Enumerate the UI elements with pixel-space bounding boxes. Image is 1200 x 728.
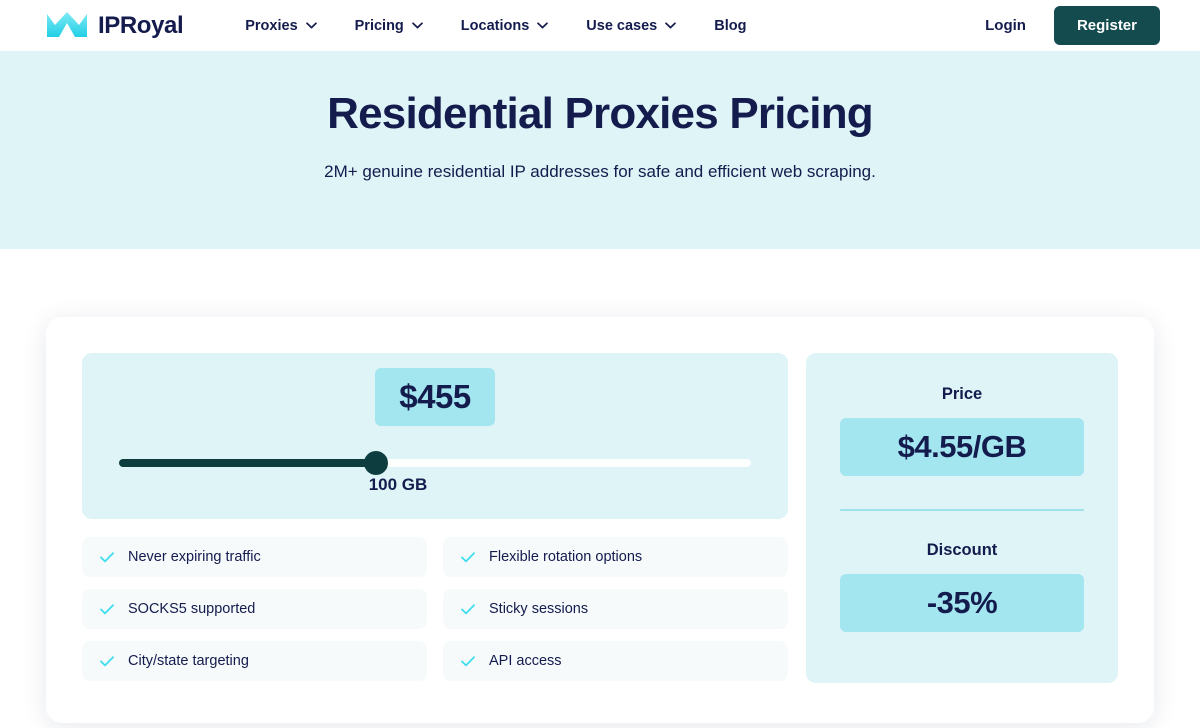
- brand-logo[interactable]: IPRoyal: [46, 11, 184, 39]
- nav-item-use-cases[interactable]: Use cases: [586, 17, 677, 34]
- slider-thumb[interactable]: [364, 451, 388, 475]
- check-icon: [100, 603, 114, 614]
- feature-label: Sticky sessions: [489, 601, 589, 617]
- nav-item-label: Use cases: [586, 17, 658, 34]
- slider-track-fill: [119, 459, 375, 467]
- chevron-down-icon: [411, 22, 423, 29]
- nav-item-label: Pricing: [354, 17, 404, 34]
- chevron-down-icon: [537, 22, 549, 29]
- chevron-down-icon: [665, 22, 677, 29]
- feature-item: Never expiring traffic: [82, 537, 427, 577]
- features-list: Never expiring traffic Flexible rotation…: [82, 537, 788, 681]
- price-value: $4.55/GB: [840, 418, 1084, 476]
- check-icon: [461, 603, 475, 614]
- pricing-card-wrapper: $455 100 GB Never expiring traffic Flexi…: [0, 249, 1200, 723]
- nav-item-label: Locations: [460, 17, 530, 34]
- check-icon: [100, 551, 114, 562]
- feature-item: API access: [443, 641, 788, 681]
- nav-item-pricing[interactable]: Pricing: [355, 18, 423, 34]
- crown-logo-icon: [47, 12, 87, 37]
- page-title: Residential Proxies Pricing: [327, 89, 874, 138]
- price-label: Price: [941, 385, 983, 403]
- traffic-slider[interactable]: [82, 451, 788, 475]
- discount-value: -35%: [840, 574, 1084, 632]
- feature-item: City/state targeting: [82, 641, 427, 681]
- slider-value-label-row: 100 GB: [82, 475, 788, 495]
- login-link[interactable]: Login: [985, 17, 1026, 34]
- nav-item-proxies[interactable]: Proxies: [245, 17, 317, 34]
- hero-section: Residential Proxies Pricing 2M+ genuine …: [0, 51, 1200, 249]
- calculator-right-column: Price $4.55/GB Discount -35%: [806, 353, 1118, 683]
- feature-label: City/state targeting: [128, 653, 249, 669]
- discount-label: Discount: [926, 541, 998, 559]
- total-price-badge: $455: [375, 368, 495, 426]
- pricing-calculator-card: $455 100 GB Never expiring traffic Flexi…: [46, 317, 1154, 723]
- feature-item: Flexible rotation options: [443, 537, 788, 577]
- feature-item: Sticky sessions: [443, 589, 788, 629]
- feature-label: API access: [489, 653, 562, 669]
- header-actions: Login Register: [985, 6, 1160, 45]
- page-subtitle: 2M+ genuine residential IP addresses for…: [324, 161, 876, 181]
- nav-item-label: Blog: [714, 17, 747, 34]
- register-button[interactable]: Register: [1053, 6, 1160, 45]
- site-header: IPRoyal Proxies Pricing Locations Use ca…: [0, 0, 1200, 51]
- chevron-down-icon: [305, 22, 317, 29]
- nav-item-label: Proxies: [245, 17, 298, 34]
- nav-item-locations[interactable]: Locations: [460, 17, 549, 34]
- brand-name: IPRoyal: [98, 11, 184, 39]
- feature-item: SOCKS5 supported: [82, 589, 427, 629]
- check-icon: [100, 655, 114, 666]
- slider-value-label: 100 GB: [368, 475, 428, 494]
- calculator-left-column: $455 100 GB Never expiring traffic Flexi…: [82, 353, 788, 683]
- main-navigation: Proxies Pricing Locations Use cases Blog: [245, 18, 746, 34]
- check-icon: [461, 655, 475, 666]
- check-icon: [461, 551, 475, 562]
- feature-label: Never expiring traffic: [128, 549, 261, 565]
- feature-label: SOCKS5 supported: [128, 601, 256, 617]
- nav-item-blog[interactable]: Blog: [714, 18, 746, 34]
- panel-divider: [840, 509, 1084, 511]
- feature-label: Flexible rotation options: [489, 549, 643, 565]
- price-summary-panel: Price $4.55/GB Discount -35%: [806, 353, 1118, 683]
- traffic-slider-panel: $455 100 GB: [82, 353, 788, 519]
